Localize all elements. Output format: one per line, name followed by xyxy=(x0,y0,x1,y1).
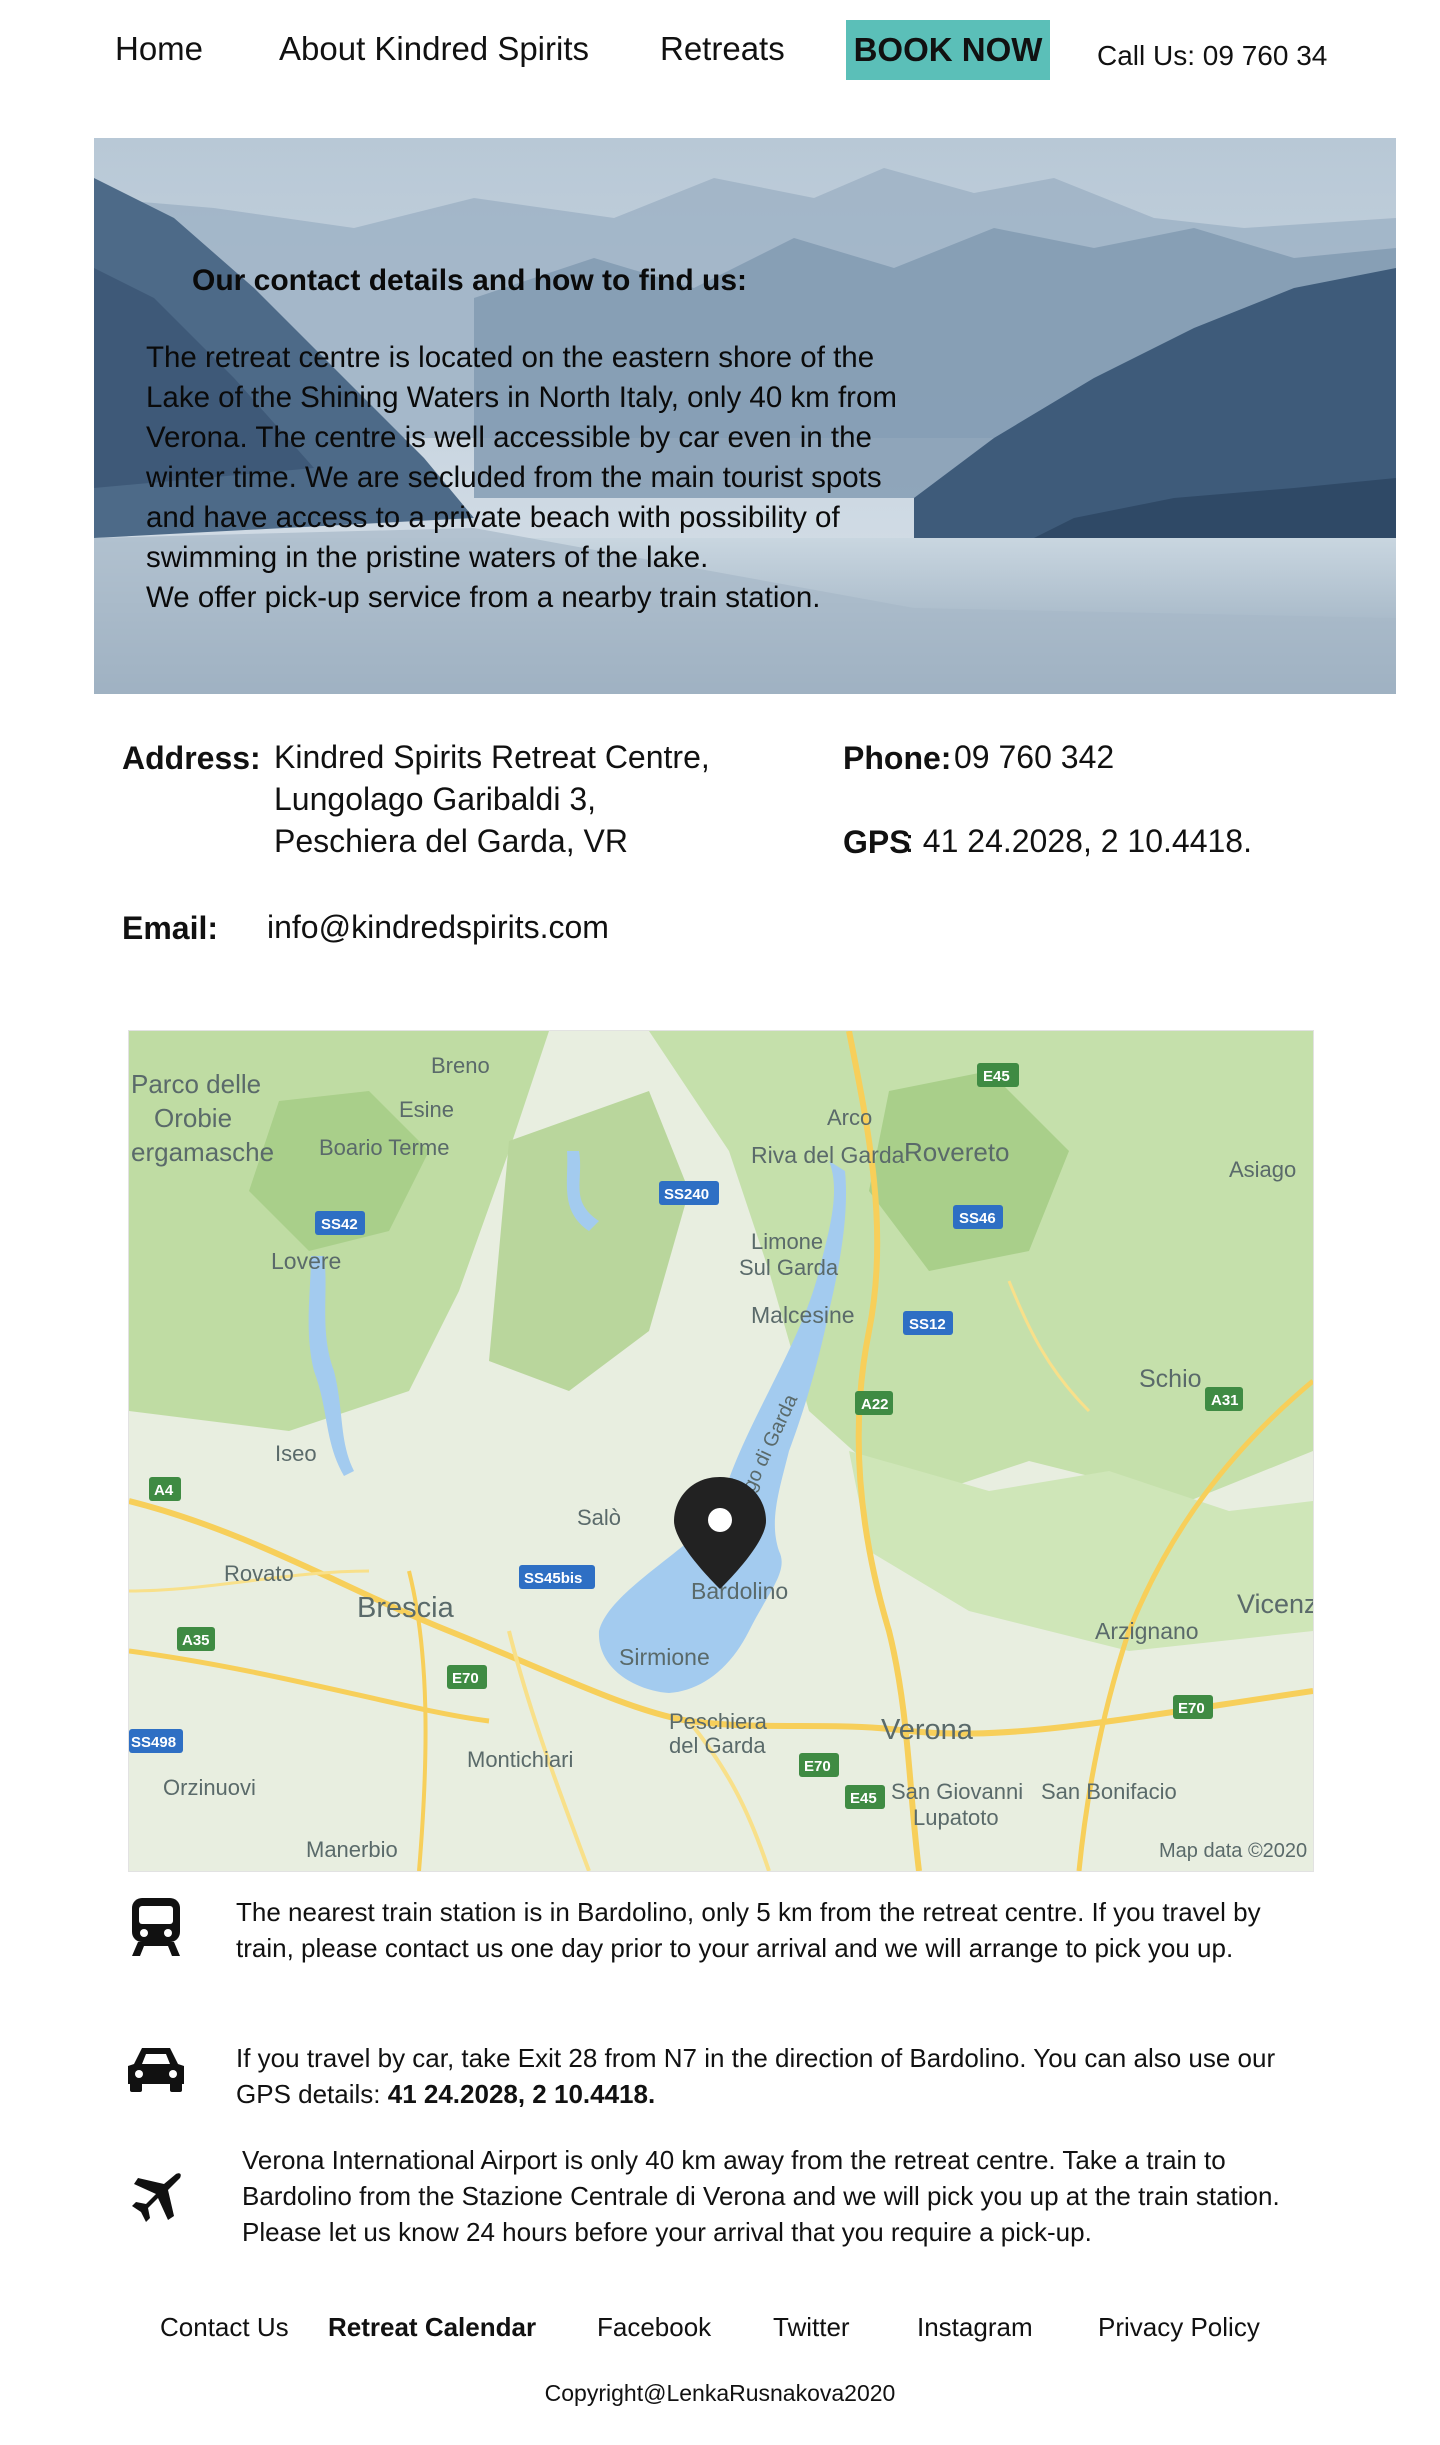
svg-text:Orzinuovi: Orzinuovi xyxy=(163,1775,256,1800)
svg-text:E45: E45 xyxy=(850,1790,877,1807)
airplane-info-text: Verona International Airport is only 40 … xyxy=(242,2145,1280,2247)
airplane-icon xyxy=(132,2173,181,2222)
map-attribution: Map data ©2020 xyxy=(1159,1840,1307,1862)
svg-text:Esine: Esine xyxy=(399,1097,454,1122)
svg-text:del Garda: del Garda xyxy=(669,1733,766,1758)
svg-text:San Giovanni: San Giovanni xyxy=(891,1779,1023,1804)
svg-text:Rovereto: Rovereto xyxy=(904,1137,1010,1167)
svg-text:Arzignano: Arzignano xyxy=(1095,1618,1199,1644)
svg-text:Salò: Salò xyxy=(577,1505,621,1530)
svg-text:Limone: Limone xyxy=(751,1229,823,1254)
train-info-text: The nearest train station is in Bardolin… xyxy=(236,1897,1261,1963)
hero-banner: Our contact details and how to find us: … xyxy=(94,138,1396,694)
svg-text:A31: A31 xyxy=(1211,1392,1239,1409)
svg-text:Malcesine: Malcesine xyxy=(751,1302,855,1328)
svg-text:Orobie: Orobie xyxy=(154,1103,232,1133)
hero-title: Our contact details and how to find us: xyxy=(192,264,748,297)
svg-text:SS498: SS498 xyxy=(131,1734,176,1751)
svg-text:E70: E70 xyxy=(452,1670,479,1687)
svg-text:SS46: SS46 xyxy=(959,1210,996,1227)
svg-text:San Bonifacio: San Bonifacio xyxy=(1041,1779,1177,1804)
svg-text:Boario Terme: Boario Terme xyxy=(319,1135,449,1160)
svg-text:SS240: SS240 xyxy=(664,1186,709,1203)
svg-text:Iseo: Iseo xyxy=(275,1441,317,1466)
svg-text:Arco: Arco xyxy=(827,1105,872,1130)
car-info: If you travel by car, take Exit 28 from … xyxy=(236,2040,1316,2112)
svg-text:E45: E45 xyxy=(983,1068,1010,1085)
svg-text:E70: E70 xyxy=(804,1758,831,1775)
svg-text:SS45bis: SS45bis xyxy=(524,1570,582,1587)
phone-label: Phone: xyxy=(843,740,952,776)
address-line-3: Peschiera del Garda, VR xyxy=(274,823,628,859)
svg-text:ergamasche: ergamasche xyxy=(131,1137,274,1167)
address-label: Address: xyxy=(122,740,261,776)
call-us-text: Call Us: 09 760 34 xyxy=(1097,40,1328,71)
svg-text:SS42: SS42 xyxy=(321,1216,358,1233)
svg-text:Peschiera: Peschiera xyxy=(669,1709,768,1734)
footer-facebook-link[interactable]: Facebook xyxy=(597,2312,711,2343)
email-value[interactable]: info@kindredspirits.com xyxy=(267,906,609,948)
nav-home[interactable]: Home xyxy=(115,30,203,68)
copyright-text: Copyright@LenkaRusnakova2020 xyxy=(544,2380,896,2406)
svg-text:Vicenz: Vicenz xyxy=(1237,1589,1313,1619)
phone-value: 09 760 342 xyxy=(954,739,1115,775)
svg-text:Verona: Verona xyxy=(881,1714,974,1746)
footer-calendar-link[interactable]: Retreat Calendar xyxy=(328,2312,536,2343)
book-now-button[interactable]: BOOK NOW xyxy=(846,20,1050,80)
svg-text:Schio: Schio xyxy=(1139,1365,1202,1393)
svg-text:Breno: Breno xyxy=(431,1053,490,1078)
car-info-gps: 41 24.2028, 2 10.4418. xyxy=(387,2079,656,2109)
svg-text:Montichiari: Montichiari xyxy=(467,1747,573,1772)
svg-text:Rovato: Rovato xyxy=(224,1561,294,1586)
nav-about[interactable]: About Kindred Spirits xyxy=(279,30,589,68)
svg-text:E70: E70 xyxy=(1178,1700,1205,1717)
svg-text:Bardolino: Bardolino xyxy=(691,1578,788,1604)
svg-text:A22: A22 xyxy=(861,1396,889,1413)
gps-value: : 41 24.2028, 2 10.4418. xyxy=(905,823,1252,859)
train-icon xyxy=(132,1898,180,1956)
svg-text:Riva del Garda: Riva del Garda xyxy=(751,1142,905,1168)
svg-text:SS12: SS12 xyxy=(909,1316,946,1333)
footer-instagram-link[interactable]: Instagram xyxy=(917,2312,1033,2343)
address-line-1: Kindred Spirits Retreat Centre, xyxy=(274,739,710,775)
svg-text:Asiago: Asiago xyxy=(1229,1157,1296,1182)
footer-twitter-link[interactable]: Twitter xyxy=(773,2312,850,2343)
svg-text:Lupatoto: Lupatoto xyxy=(913,1805,999,1830)
location-map[interactable]: Parco delle Orobie ergamasche Breno Esin… xyxy=(128,1030,1314,1872)
footer-privacy-link[interactable]: Privacy Policy xyxy=(1098,2312,1260,2343)
footer-contact-link[interactable]: Contact Us xyxy=(160,2312,289,2343)
svg-text:Sirmione: Sirmione xyxy=(619,1644,710,1670)
svg-text:Manerbio: Manerbio xyxy=(306,1837,398,1862)
gps-label: GPS xyxy=(843,824,911,860)
hero-description: The retreat centre is located on the eas… xyxy=(146,341,897,614)
address-line-2: Lungolago Garibaldi 3, xyxy=(274,781,597,817)
svg-text:Sul Garda: Sul Garda xyxy=(739,1255,839,1280)
map-label-parco: Parco delle xyxy=(131,1069,261,1099)
svg-text:A35: A35 xyxy=(182,1632,210,1649)
svg-text:A4: A4 xyxy=(154,1482,174,1499)
svg-text:Brescia: Brescia xyxy=(357,1592,455,1624)
email-label: Email: xyxy=(122,910,219,946)
car-icon xyxy=(128,2048,184,2092)
svg-text:Lovere: Lovere xyxy=(271,1248,341,1274)
nav-retreats[interactable]: Retreats xyxy=(660,30,785,68)
